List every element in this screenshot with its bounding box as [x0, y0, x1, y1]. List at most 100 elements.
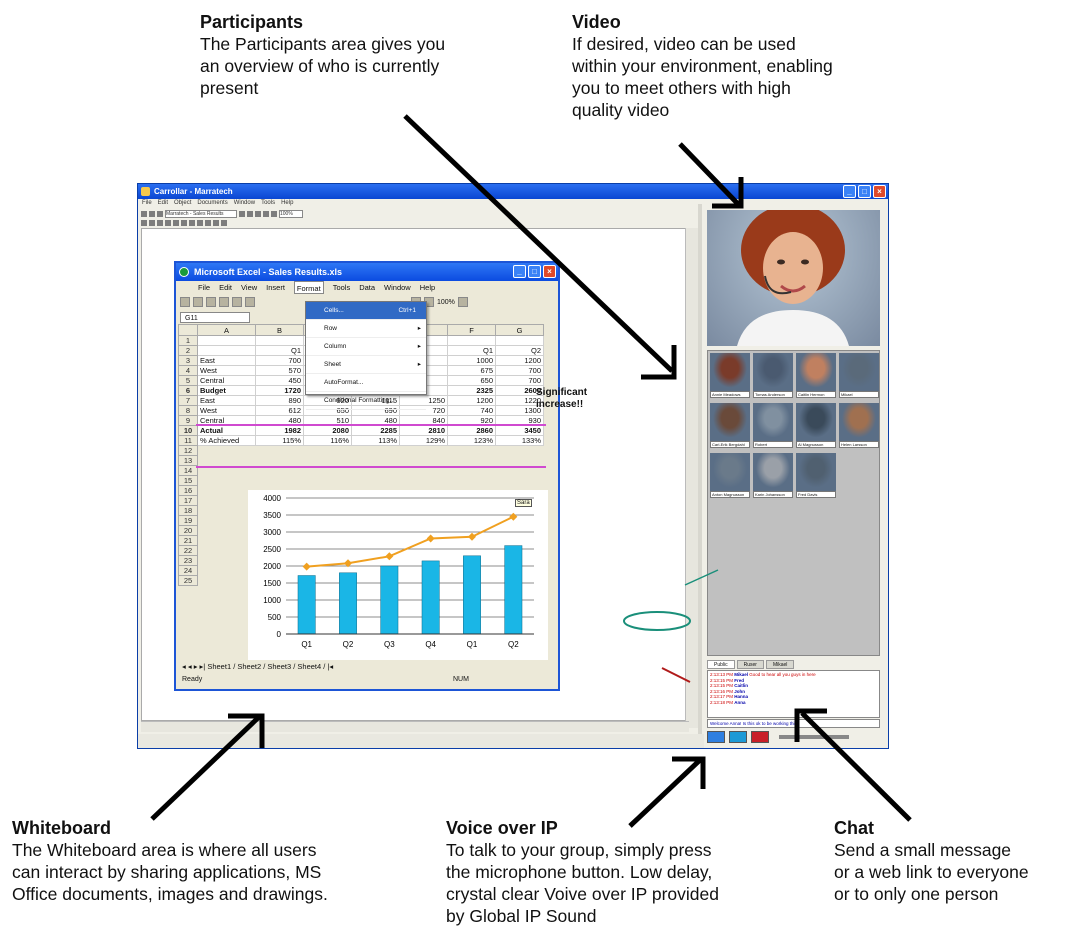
cell[interactable]: [256, 446, 304, 456]
permission-icon[interactable]: [219, 297, 229, 307]
menu-item-autoformat[interactable]: AutoFormat...: [306, 374, 426, 392]
cell[interactable]: [198, 566, 256, 576]
forward-icon[interactable]: [247, 211, 253, 217]
row-header[interactable]: 14: [178, 465, 198, 476]
new-icon[interactable]: [180, 297, 190, 307]
row-header[interactable]: 9: [178, 415, 198, 426]
maximize-button[interactable]: □: [858, 185, 871, 198]
row-header[interactable]: 25: [178, 575, 198, 586]
row-header[interactable]: 6: [178, 385, 198, 396]
excel-menu-help[interactable]: Help: [420, 281, 435, 294]
row-header[interactable]: 1: [178, 335, 198, 346]
line-icon[interactable]: [173, 220, 179, 226]
cell[interactable]: [352, 446, 400, 456]
excel-maximize-button[interactable]: □: [528, 265, 541, 278]
row-header[interactable]: 19: [178, 515, 198, 526]
cell[interactable]: [198, 556, 256, 566]
cell[interactable]: 570: [255, 365, 304, 376]
cell[interactable]: East: [197, 355, 256, 366]
menu-item-sheet[interactable]: Sheet ▸: [306, 356, 426, 374]
cell[interactable]: [198, 506, 256, 516]
cell[interactable]: 129%: [399, 435, 448, 446]
participant-thumbnail[interactable]: Al Magnusson: [796, 403, 836, 450]
cell[interactable]: 116%: [303, 435, 352, 446]
cell[interactable]: [304, 476, 352, 486]
chat-input[interactable]: Welcome Anna! Is this ok to be working t…: [707, 719, 880, 728]
cell[interactable]: 675: [447, 365, 496, 376]
cell[interactable]: 450: [255, 375, 304, 386]
participant-thumbnail[interactable]: Karin Johansson: [753, 453, 793, 500]
cell[interactable]: [400, 456, 448, 466]
cell[interactable]: [198, 546, 256, 556]
tab-public[interactable]: Public: [707, 660, 735, 669]
excel-menu-edit[interactable]: Edit: [219, 281, 232, 294]
menu-edit[interactable]: Edit: [158, 200, 168, 209]
cell[interactable]: [198, 476, 256, 486]
menu-documents[interactable]: Documents: [197, 200, 227, 209]
cell[interactable]: [400, 476, 448, 486]
cell[interactable]: 2080: [303, 425, 352, 436]
participants-panel[interactable]: Annie Meadows Tomas Anderson Caitlin Hermo…: [707, 350, 880, 656]
sheet-tabs[interactable]: ◂ ◂ ▸ ▸| Sheet1 / Sheet2 / Sheet3 / Shee…: [178, 661, 548, 672]
print-icon[interactable]: [232, 297, 242, 307]
camera-button[interactable]: [751, 731, 769, 743]
row-header[interactable]: 20: [178, 525, 198, 536]
participant-thumbnail[interactable]: Tomas Anderson: [753, 353, 793, 400]
cell[interactable]: 113%: [351, 435, 400, 446]
open-icon[interactable]: [149, 211, 155, 217]
cell[interactable]: [352, 456, 400, 466]
cell[interactable]: [447, 335, 496, 346]
excel-menu-tools[interactable]: Tools: [333, 281, 351, 294]
participant-thumbnail[interactable]: Carl-Erik Bergdahl: [710, 403, 750, 450]
row-header[interactable]: 10: [178, 425, 198, 436]
menu-tools[interactable]: Tools: [261, 200, 275, 209]
cell[interactable]: Q2: [495, 345, 544, 356]
participant-thumbnail[interactable]: Fred Davis: [796, 453, 836, 500]
menu-help[interactable]: Help: [281, 200, 293, 209]
cell[interactable]: 700: [495, 365, 544, 376]
cell[interactable]: Actual: [197, 425, 256, 436]
excel-close-button[interactable]: ×: [543, 265, 556, 278]
embedded-chart[interactable]: 0 500 1000 1500 2000 2500 3000 3500 4000 Q1 Q2 Q3 Q4…: [248, 490, 548, 660]
whiteboard-horizontal-scrollbar[interactable]: [141, 721, 689, 732]
cell[interactable]: [495, 335, 544, 346]
row-header[interactable]: 22: [178, 545, 198, 556]
excel-menu-view[interactable]: View: [241, 281, 257, 294]
zoom-out-icon[interactable]: [271, 211, 277, 217]
pen-icon[interactable]: [165, 220, 171, 226]
volume-slider[interactable]: [779, 735, 849, 739]
row-header[interactable]: 7: [178, 395, 198, 406]
participant-thumbnail[interactable]: Annie Meadows: [710, 353, 750, 400]
cell[interactable]: 2860: [447, 425, 496, 436]
cell[interactable]: [304, 446, 352, 456]
cell[interactable]: [197, 335, 256, 346]
tab-ruser[interactable]: Ruser: [736, 660, 764, 669]
cell[interactable]: 123%: [447, 435, 496, 446]
document-field[interactable]: Marratech - Sales Results: [165, 210, 237, 218]
cell[interactable]: 133%: [495, 435, 544, 446]
undo-icon[interactable]: [213, 220, 219, 226]
cell[interactable]: [352, 476, 400, 486]
name-box[interactable]: G11: [180, 312, 250, 323]
pointer-icon[interactable]: [141, 220, 147, 226]
menu-file[interactable]: File: [142, 200, 152, 209]
row-header[interactable]: 18: [178, 505, 198, 516]
row-header[interactable]: 11: [178, 435, 198, 446]
cell[interactable]: [256, 476, 304, 486]
cell[interactable]: 2810: [399, 425, 448, 436]
participant-thumbnail[interactable]: Caitlin Hermon: [796, 353, 836, 400]
save-icon[interactable]: [157, 211, 163, 217]
cell[interactable]: Central: [197, 375, 256, 386]
menu-window[interactable]: Window: [234, 200, 255, 209]
participant-thumbnail[interactable]: Helen Larsson: [839, 403, 879, 450]
cell[interactable]: [304, 456, 352, 466]
text-icon[interactable]: [157, 220, 163, 226]
close-button[interactable]: ×: [873, 185, 886, 198]
cell[interactable]: 1000: [447, 355, 496, 366]
cell[interactable]: [198, 456, 256, 466]
excel-menu-window[interactable]: Window: [384, 281, 411, 294]
rectangle-icon[interactable]: [149, 220, 155, 226]
cell[interactable]: [198, 496, 256, 506]
cell[interactable]: Q1: [255, 345, 304, 356]
cell[interactable]: [256, 456, 304, 466]
